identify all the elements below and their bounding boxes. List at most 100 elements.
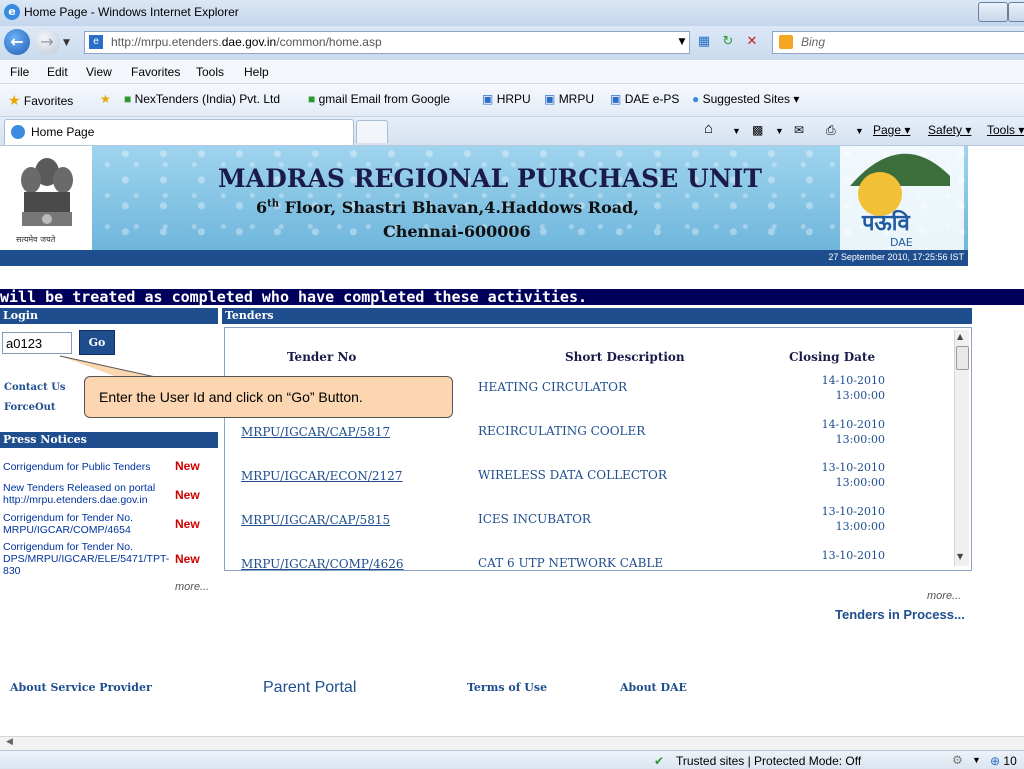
status-bar: ✔ Trusted sites | Protected Mode: Off ⚙ … — [0, 750, 1024, 769]
new-badge: New — [175, 517, 200, 531]
dae-logo-text: पऊवि — [861, 209, 910, 236]
ie-page-icon: ▣ — [610, 92, 622, 106]
fav-gmail[interactable]: ■ gmail Email from Google — [308, 92, 450, 106]
scroll-up-icon[interactable]: ▲ — [957, 332, 963, 341]
press-notice-item[interactable]: Corrigendum for Tender No. MRPU/IGCAR/CO… — [3, 512, 173, 536]
favorites-bar: ★ Favorites ★ ■ NexTenders (India) Pvt. … — [0, 84, 1024, 117]
login-header: Login — [0, 308, 218, 324]
tools-menu[interactable]: Tools ▾ — [987, 123, 1024, 137]
banner-title: MADRAS REGIONAL PURCHASE UNIT — [218, 164, 762, 193]
safety-menu[interactable]: Safety ▾ — [928, 123, 971, 137]
emblem-caption: सत्यमेव जयते — [16, 235, 56, 244]
stop-icon[interactable]: ✕ — [742, 32, 762, 52]
security-zone-text: Trusted sites | Protected Mode: Off — [676, 754, 862, 768]
feeds-dropdown-icon[interactable]: ▼ — [775, 126, 784, 136]
emblem-panel: सत्यमेव जयते — [0, 146, 92, 250]
ie-page-icon: ▣ — [482, 92, 494, 106]
url-text: http://mrpu.etenders.dae.gov.in/common/h… — [111, 35, 382, 49]
print-icon[interactable]: ⎙ — [826, 123, 836, 138]
menu-favorites[interactable]: Favorites — [131, 65, 180, 79]
fav-suggested-sites[interactable]: ● Suggested Sites ▾ — [692, 92, 799, 106]
about-service-provider-link[interactable]: About Service Provider — [10, 681, 152, 694]
parent-portal-link[interactable]: Parent Portal — [263, 679, 356, 697]
date-bar: 27 September 2010, 17:25:56 IST — [0, 250, 968, 266]
instruction-callout: Enter the User Id and click on “Go” Butt… — [84, 376, 453, 418]
tender-no-link[interactable]: MRPU/IGCAR/COMP/4626 — [241, 557, 404, 570]
scroll-thumb[interactable] — [956, 346, 969, 370]
menu-tools[interactable]: Tools — [196, 65, 224, 79]
tab-label: Home Page — [31, 125, 95, 139]
page-menu[interactable]: Page ▾ — [873, 123, 910, 137]
tenders-scrollbar[interactable]: ▲ ▼ — [954, 330, 969, 566]
protected-mode-icon[interactable]: ⚙ — [952, 753, 963, 767]
col-short-description: Short Description — [565, 350, 685, 364]
address-toolbar: ← → ▼ e http://mrpu.etenders.dae.gov.in/… — [0, 26, 1024, 60]
recent-pages-dropdown[interactable]: ▼ — [63, 38, 70, 48]
print-dropdown-icon[interactable]: ▼ — [855, 126, 864, 136]
press-notice-item[interactable]: New Tenders Released on portal http://mr… — [3, 482, 173, 506]
tab-home-page[interactable]: Home Page — [4, 119, 354, 145]
tab-row: Home Page ⌂ ▼ ▩ ▼ ✉ ⎙ ▼ Page ▾ Safety ▾ … — [0, 117, 1024, 146]
forceout-link[interactable]: ForceOut — [4, 402, 56, 413]
menu-edit[interactable]: Edit — [47, 65, 68, 79]
fav-dae-eps[interactable]: ▣ DAE e-PS — [610, 92, 679, 106]
zone-dropdown-icon[interactable]: ▼ — [972, 755, 981, 765]
terms-of-use-link[interactable]: Terms of Use — [467, 681, 547, 694]
tenders-header: Tenders — [222, 308, 972, 324]
page-hscrollbar[interactable]: ◀ — [0, 736, 1024, 751]
scroll-down-icon[interactable]: ▼ — [957, 552, 963, 561]
go-button[interactable]: Go — [79, 330, 115, 355]
new-tab-button[interactable] — [356, 120, 388, 143]
forward-button[interactable]: → — [34, 29, 60, 55]
fav-mrpu[interactable]: ▣ MRPU — [544, 92, 594, 106]
menu-bar: File Edit View Favorites Tools Help — [0, 61, 1024, 84]
menu-view[interactable]: View — [86, 65, 112, 79]
refresh-icon[interactable]: ↻ — [718, 32, 738, 52]
page-icon: e — [89, 35, 103, 49]
press-more-link[interactable]: more... — [175, 581, 209, 593]
home-icon[interactable]: ⌂ — [704, 120, 713, 137]
col-closing-date: Closing Date — [789, 350, 876, 364]
home-dropdown-icon[interactable]: ▼ — [732, 126, 741, 136]
fav-hrpu[interactable]: ▣ HRPU — [482, 92, 531, 106]
fav-nextenders[interactable]: ■ NexTenders (India) Pvt. Ltd — [124, 92, 280, 106]
fav-site-icon: ■ — [308, 92, 316, 106]
tender-no-link[interactable]: MRPU/IGCAR/ECON/2127 — [241, 469, 402, 483]
address-dropdown-icon[interactable]: ▼ — [672, 32, 692, 52]
tender-description: CAT 6 UTP NETWORK CABLE — [478, 556, 664, 570]
tender-description: WIRELESS DATA COLLECTOR — [478, 468, 667, 482]
press-notice-item[interactable]: Corrigendum for Tender No. DPS/MRPU/IGCA… — [3, 541, 173, 577]
about-dae-link[interactable]: About DAE — [620, 681, 687, 694]
add-favorite-icon[interactable]: ★ — [100, 92, 111, 106]
tender-no-link[interactable]: MRPU/IGCAR/CAP/5815 — [241, 513, 390, 527]
maximize-button[interactable] — [1008, 2, 1024, 22]
tender-no-link[interactable]: MRPU/IGCAR/CAP/5817 — [241, 425, 390, 439]
user-id-input[interactable] — [2, 332, 72, 354]
menu-file[interactable]: File — [10, 65, 29, 79]
tenders-more-link[interactable]: more... — [927, 590, 961, 602]
address-bar[interactable]: e http://mrpu.etenders.dae.gov.in/common… — [84, 31, 690, 54]
tenders-table: Tender No Short Description Closing Date… — [224, 327, 972, 571]
favorites-button[interactable]: ★ Favorites — [8, 92, 73, 109]
mail-icon[interactable]: ✉ — [794, 123, 804, 137]
press-notices-header: Press Notices — [0, 432, 218, 448]
banner-address-line: 6th Floor, Shastri Bhavan,4.Haddows Road… — [256, 198, 639, 217]
scroll-left-icon[interactable]: ◀ — [6, 737, 13, 747]
zoom-icon: ⊕ — [990, 754, 1001, 768]
tender-closing-date: 14-10-2010 13:00:00 — [821, 418, 885, 446]
search-box[interactable]: Bing — [772, 31, 1024, 54]
feeds-icon[interactable]: ▩ — [752, 123, 763, 137]
tenders-in-process-link[interactable]: Tenders in Process... — [835, 607, 965, 622]
minimize-button[interactable] — [978, 2, 1008, 22]
fav-site-icon: ■ — [124, 92, 132, 106]
dae-logo-subtext: DAE — [890, 236, 913, 249]
contact-us-link[interactable]: Contact Us — [4, 382, 66, 393]
dae-logo-icon: पऊवि DAE — [840, 146, 964, 250]
ie-logo-icon: e — [4, 4, 20, 20]
window-titlebar: e Home Page - Windows Internet Explorer — [0, 0, 1024, 27]
compatibility-view-icon[interactable]: ▦ — [694, 32, 714, 52]
press-notice-item[interactable]: Corrigendum for Public Tenders — [3, 461, 173, 473]
zoom-control[interactable]: ⊕ 10 — [990, 754, 1017, 768]
menu-help[interactable]: Help — [244, 65, 269, 79]
back-button[interactable]: ← — [4, 29, 30, 55]
